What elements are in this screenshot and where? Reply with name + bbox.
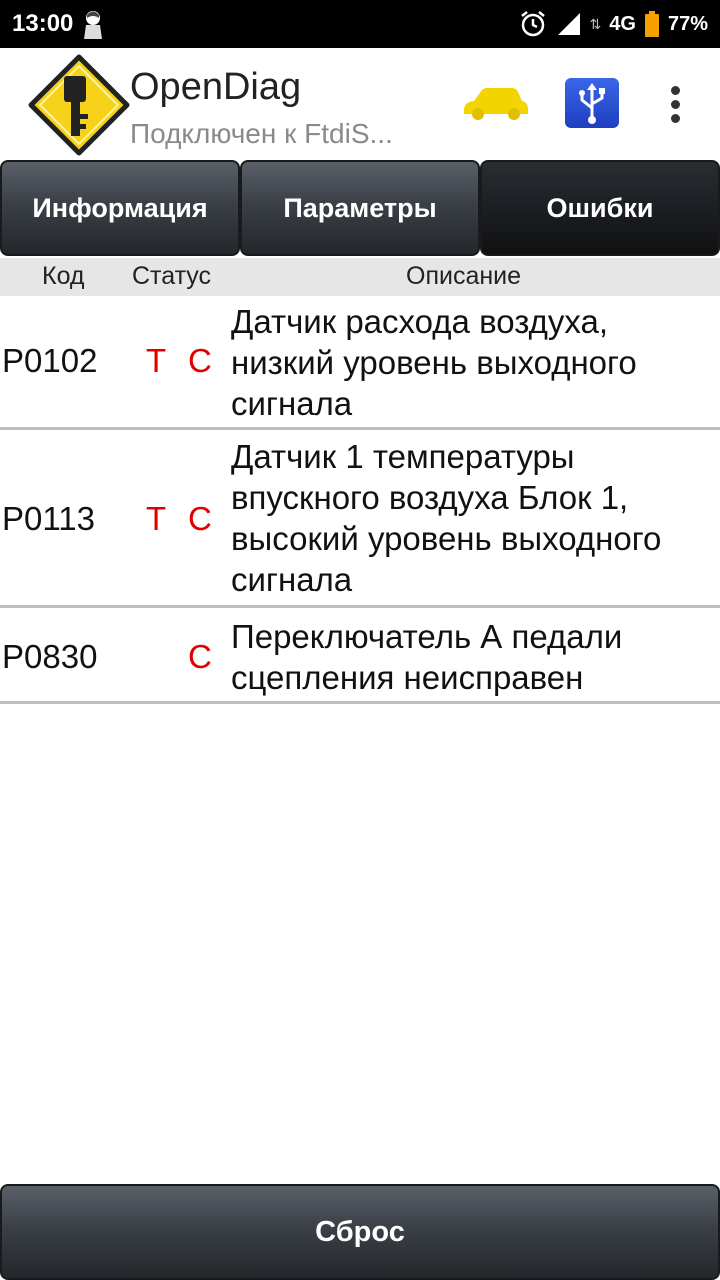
notification-avatar-icon [84,11,102,39]
error-code: P0113 [2,500,95,537]
usb-icon [579,83,605,124]
car-icon[interactable] [462,84,530,124]
opendiag-logo [28,54,130,156]
data-activity-icon: ⇅ [589,15,602,32]
alarm-icon [520,11,545,37]
tab-parameters[interactable]: Параметры [240,160,480,256]
error-code: P0830 [2,638,98,675]
status-time: 13:00 [12,10,74,37]
status-bar: 13:00 ⇅ 4G 77% [0,0,720,48]
status-t: T [146,342,167,379]
app-bar: OpenDiag Подключен к FtdiS... [0,48,720,160]
status-c: C [188,638,212,675]
status-t: T [146,500,167,537]
error-code: P0102 [2,342,98,379]
header-description: Описание [406,262,522,290]
header-code: Код [42,262,85,290]
battery-icon [644,11,659,37]
connection-subtitle: Подключен к FtdiS... [130,118,393,149]
usb-button[interactable] [565,78,619,128]
battery-percent: 77% [667,12,708,35]
overflow-menu-icon[interactable] [662,84,690,124]
table-row[interactable]: P0102 T C Датчик расхода воздуха, низкий… [0,298,720,430]
error-description: Датчик расхода воздуха, низкий уровень в… [231,303,637,422]
table-header: Код Статус Описание [0,258,720,296]
network-type: 4G [609,12,636,35]
error-description: Переключатель А педали сцепления неиспра… [231,618,623,696]
table-row[interactable]: P0113 T C Датчик 1 температуры впускного… [0,432,720,608]
tab-errors[interactable]: Ошибки [480,160,720,256]
app-title: OpenDiag [130,66,302,108]
table-row[interactable]: P0830 C Переключатель А педали сцепления… [0,610,720,704]
signal-icon [557,13,580,35]
tab-information[interactable]: Информация [0,160,240,256]
error-description: Датчик 1 температуры впускного воздуха Б… [231,438,662,598]
status-c: C [188,342,212,379]
tab-bar: Информация Параметры Ошибки [0,160,720,256]
status-c: C [188,500,212,537]
header-status: Статус [132,262,212,290]
reset-button[interactable]: Сброс [0,1184,720,1280]
